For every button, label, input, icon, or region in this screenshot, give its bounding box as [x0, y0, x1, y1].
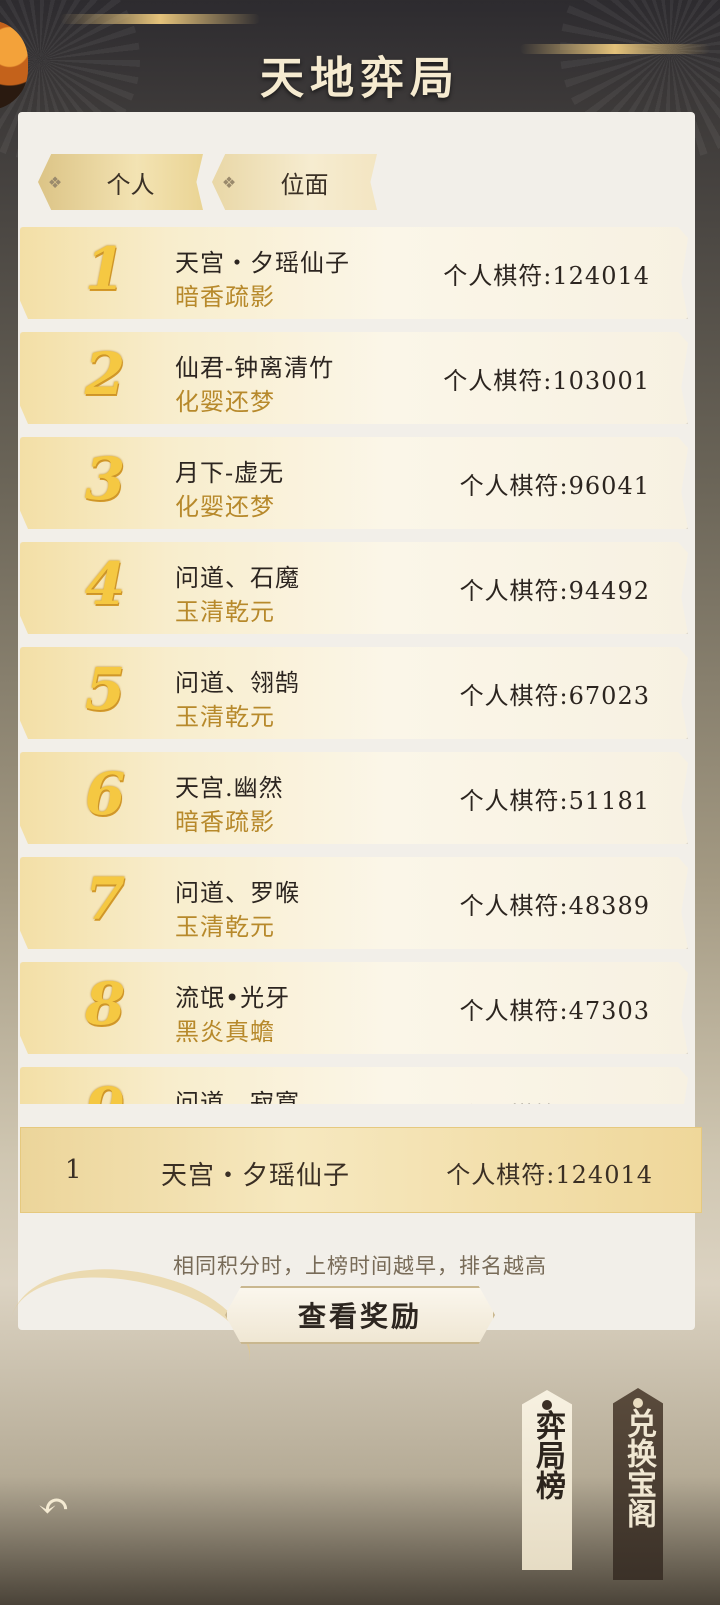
tab-personal[interactable]: ❖ 个人	[38, 154, 203, 210]
player-sect: 化婴还梦	[175, 388, 275, 416]
player-score: 个人棋符:96041	[459, 472, 650, 500]
player-name: 月下-虚无	[175, 459, 285, 487]
page-title: 天地弈局	[260, 53, 460, 104]
tag-label: 兑换宝阁	[621, 1408, 656, 1528]
diamond-icon: ❖	[47, 172, 63, 192]
player-name: 问道、罗喉	[175, 879, 300, 907]
cloud-decoration	[60, 14, 260, 24]
player-score: 个人棋符:103001	[443, 367, 650, 395]
player-score: 个人棋符:51181	[459, 787, 650, 815]
player-score: 个人棋符:48389	[459, 892, 650, 920]
player-name: 天宫・夕瑶仙子	[175, 249, 350, 277]
player-sect: 暗香疏影	[175, 283, 275, 311]
exchange-shop-tag[interactable]: 兑换宝阁	[613, 1388, 663, 1580]
rank-number: 1	[84, 235, 126, 303]
rank-number: 2	[84, 340, 126, 408]
my-rank-name: 天宫・夕瑶仙子	[161, 1161, 351, 1191]
player-name: 问道、翎鹄	[175, 669, 300, 697]
rank-number: 3	[84, 445, 126, 513]
player-score: 个人棋符:43543	[460, 1096, 650, 1104]
ranking-row[interactable]: 7 问道、罗喉 玉清乾元 个人棋符:48389	[20, 857, 688, 949]
tab-label: 位面	[280, 170, 329, 199]
player-score: 个人棋符:47303	[459, 997, 650, 1025]
ranking-row[interactable]: 5 问道、翎鹄 玉清乾元 个人棋符:67023	[20, 647, 688, 739]
my-rank-bar: 1 天宫・夕瑶仙子 个人棋符:124014	[20, 1127, 702, 1213]
tag-label: 弈局榜	[530, 1410, 565, 1500]
view-rewards-button[interactable]: 查看奖励	[225, 1286, 495, 1344]
tag-hole-icon	[542, 1400, 552, 1410]
player-sect: 黑炎真蟾	[175, 1018, 275, 1046]
ranking-row[interactable]: 1 天宫・夕瑶仙子 暗香疏影 个人棋符:124014	[20, 227, 688, 319]
player-score: 个人棋符:124014	[443, 262, 650, 290]
player-score: 个人棋符:94492	[459, 577, 650, 605]
player-score: 个人棋符:67023	[459, 682, 650, 710]
player-name: 问道、石魔	[175, 564, 300, 592]
player-name: 问道、寂寞	[175, 1089, 300, 1104]
ranking-row[interactable]: 2 仙君-钟离清竹 化婴还梦 个人棋符:103001	[20, 332, 688, 424]
diamond-icon: ❖	[221, 172, 237, 192]
rank-number: 8	[84, 970, 126, 1038]
rank-number: 6	[84, 760, 126, 828]
player-name: 天宫.幽然	[175, 774, 284, 802]
ranking-row[interactable]: 8 流氓•光牙 黑炎真蟾 个人棋符:47303	[20, 962, 688, 1054]
tag-hole-icon	[633, 1398, 643, 1408]
rank-number: 9	[70, 1075, 140, 1104]
rank-number: 5	[84, 655, 126, 723]
my-rank-number: 1	[65, 1155, 82, 1185]
player-sect: 暗香疏影	[175, 808, 275, 836]
ranking-board-tag[interactable]: 弈局榜	[522, 1390, 572, 1570]
ranking-list[interactable]: 1 天宫・夕瑶仙子 暗香疏影 个人棋符:124014 2 仙君-钟离清竹 化婴还…	[20, 227, 688, 1104]
player-sect: 玉清乾元	[175, 913, 275, 941]
back-arrow-icon[interactable]: ↶	[38, 1486, 86, 1526]
player-sect: 化婴还梦	[175, 493, 275, 521]
player-name: 仙君-钟离清竹	[175, 354, 335, 382]
player-name: 流氓•光牙	[175, 984, 291, 1012]
ranking-row[interactable]: 4 问道、石魔 玉清乾元 个人棋符:94492	[20, 542, 688, 634]
tab-realm[interactable]: ❖ 位面	[212, 154, 377, 210]
rank-number: 7	[84, 865, 126, 933]
ranking-row[interactable]: 9 问道、寂寞 个人棋符:43543	[20, 1067, 688, 1104]
tab-label: 个人	[106, 170, 155, 199]
rank-number: 4	[84, 550, 126, 618]
player-sect: 玉清乾元	[175, 598, 275, 626]
player-sect: 玉清乾元	[175, 703, 275, 731]
my-rank-score: 个人棋符:124014	[446, 1161, 653, 1189]
ranking-row[interactable]: 6 天宫.幽然 暗香疏影 个人棋符:51181	[20, 752, 688, 844]
ranking-row[interactable]: 3 月下-虚无 化婴还梦 个人棋符:96041	[20, 437, 688, 529]
